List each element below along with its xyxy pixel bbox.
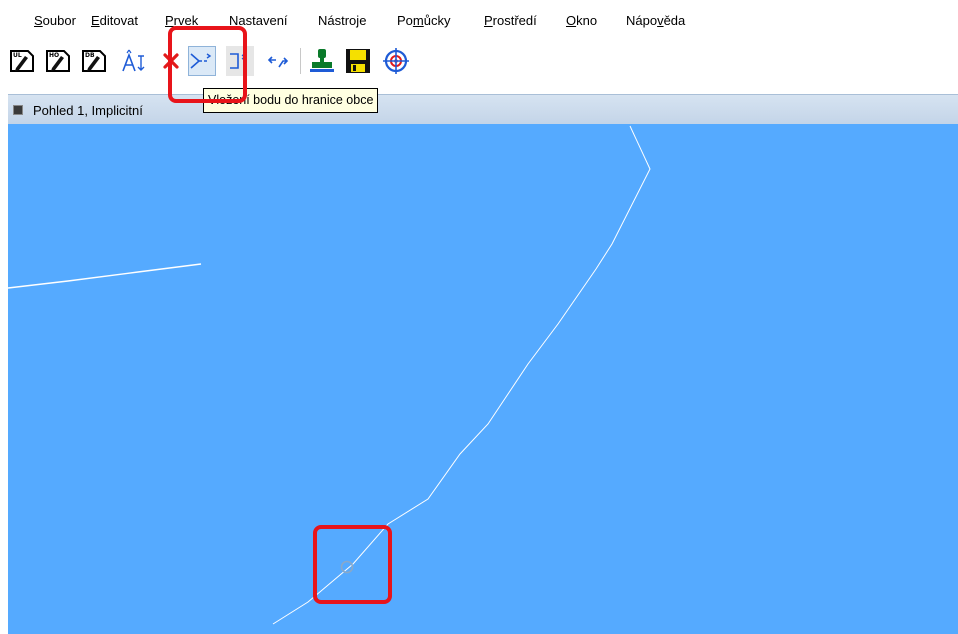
menu-prostredi[interactable]: Prostředí xyxy=(484,13,537,29)
menu-nastaveni[interactable]: Nastavení xyxy=(229,13,288,29)
move-arrows-icon xyxy=(267,56,289,68)
view-title: Pohled 1, Implicitní xyxy=(33,103,143,118)
boundary-vertex-marker[interactable] xyxy=(340,560,354,574)
menu-prvek[interactable]: Prvek xyxy=(165,13,198,29)
svg-text:UL: UL xyxy=(13,52,22,59)
edit-ul-icon: UL xyxy=(10,50,34,72)
view-window-icon[interactable] xyxy=(13,105,23,115)
menu-okno[interactable]: Okno xyxy=(566,13,597,29)
move-arrows-button[interactable] xyxy=(264,46,292,76)
boundary-point-icon xyxy=(230,53,247,69)
insert-boundary-point-icon xyxy=(190,53,212,69)
map-canvas[interactable] xyxy=(8,124,958,634)
insert-boundary-point-button[interactable] xyxy=(188,46,216,76)
menu-napoveda[interactable]: Nápověda xyxy=(626,13,685,29)
svg-text:HO: HO xyxy=(49,52,59,59)
target-button[interactable] xyxy=(382,46,410,76)
view-titlebar[interactable]: Pohled 1, Implicitní xyxy=(8,94,958,125)
toolbar-separator xyxy=(300,48,301,74)
target-icon xyxy=(383,48,409,74)
edit-db-icon: DB xyxy=(82,50,106,72)
menu-soubor[interactable]: Soubor xyxy=(34,13,76,29)
text-insert-icon xyxy=(122,49,145,72)
svg-text:DB: DB xyxy=(85,52,95,59)
boundary-point-button[interactable] xyxy=(226,46,254,76)
save-button[interactable] xyxy=(344,46,372,76)
menu-nastroje[interactable]: Nástroje xyxy=(318,13,366,29)
menu-pomucky[interactable]: Pomůcky xyxy=(397,13,450,29)
stamp-button[interactable] xyxy=(308,46,336,76)
edit-db-button[interactable]: DB xyxy=(80,46,108,76)
menu-editovat[interactable]: Editovat xyxy=(91,13,138,29)
delete-icon xyxy=(163,53,179,69)
edit-ho-button[interactable]: HO xyxy=(44,46,72,76)
road-line[interactable] xyxy=(8,263,202,289)
menu-bar: Soubor Editovat Prvek Nastavení Nástroje… xyxy=(0,0,958,36)
edit-ul-button[interactable]: UL xyxy=(8,46,36,76)
delete-button[interactable] xyxy=(157,46,185,76)
toolbar: UL HO DB xyxy=(0,36,958,86)
edit-ho-icon: HO xyxy=(46,50,70,72)
map-drawing xyxy=(8,125,651,625)
stamp-icon xyxy=(310,49,334,72)
municipal-boundary-line[interactable] xyxy=(272,125,651,625)
save-icon xyxy=(346,49,370,73)
text-insert-button[interactable] xyxy=(120,46,148,76)
tooltip: Vložení bodu do hranice obce xyxy=(203,88,379,113)
